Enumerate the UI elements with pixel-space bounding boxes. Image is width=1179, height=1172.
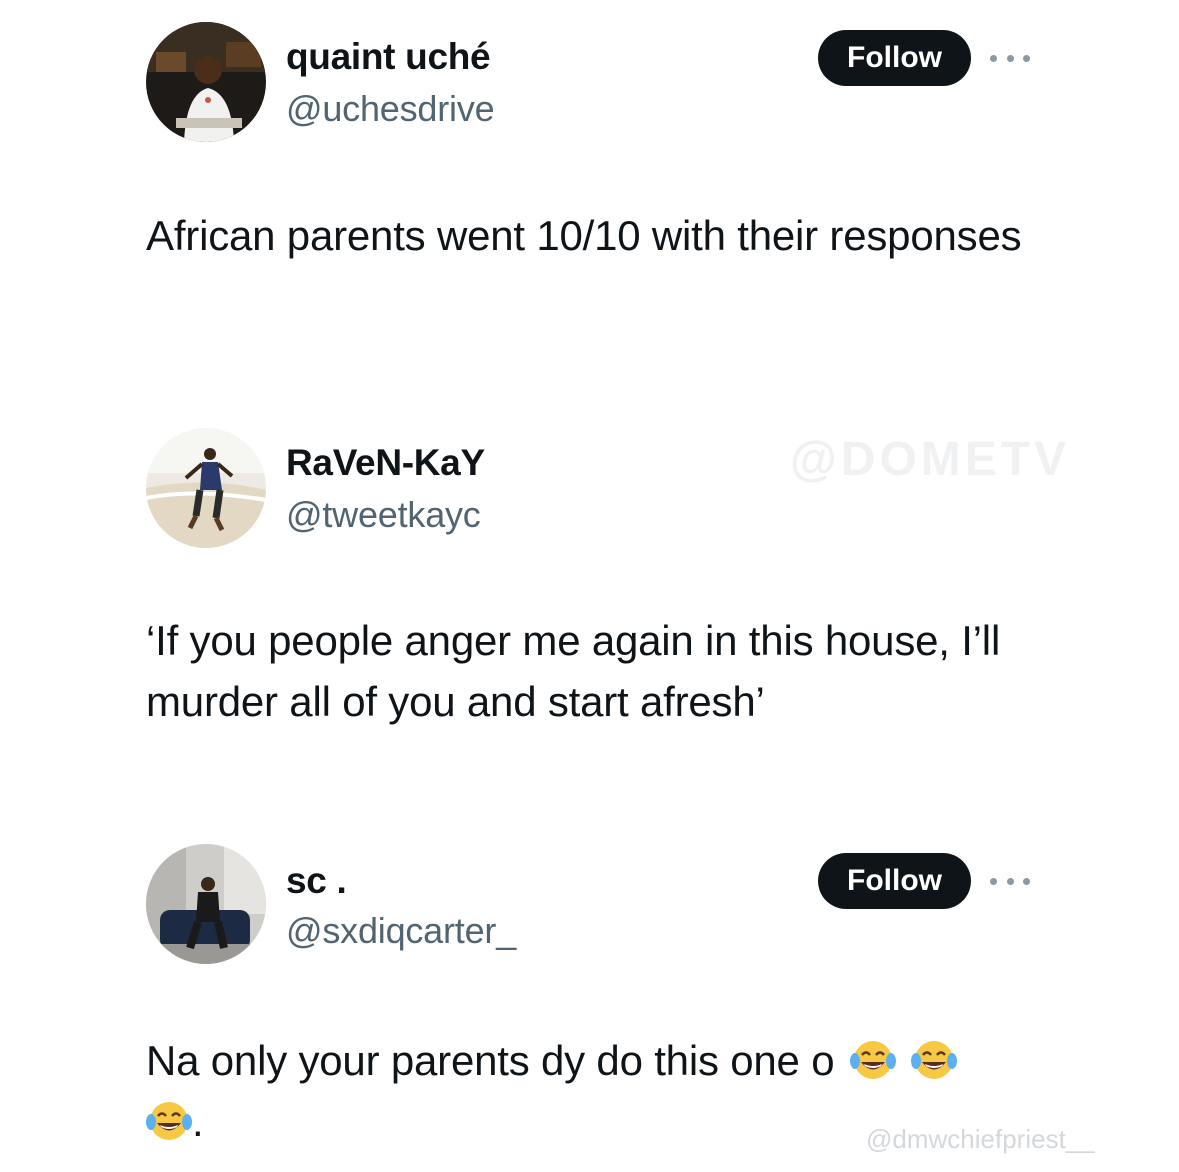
avatar-photo: [146, 844, 266, 964]
tweet-text-suffix: .: [192, 1098, 204, 1145]
laughing-crying-emoji: [911, 1041, 958, 1079]
avatar[interactable]: [146, 844, 266, 964]
laughing-crying-emoji: [146, 1102, 192, 1140]
avatar[interactable]: [146, 22, 266, 142]
follow-button[interactable]: Follow: [818, 30, 971, 86]
display-name[interactable]: RaVeN-KaY: [286, 442, 485, 484]
tweet-text: Na only your parents dy do this one o .: [146, 1030, 1046, 1152]
tweet-text-content: Na only your parents dy do this one o: [146, 1037, 835, 1084]
tweet-text: African parents went 10/10 with their re…: [146, 212, 1022, 259]
more-icon[interactable]: [990, 48, 1030, 68]
avatar[interactable]: [146, 428, 266, 548]
avatar-photo: [146, 428, 266, 548]
more-icon[interactable]: [990, 871, 1030, 891]
follow-button[interactable]: Follow: [818, 853, 971, 909]
display-name[interactable]: quaint uché: [286, 36, 491, 78]
tweet-screenshot: @DOMETV @dmwchiefpriest__ quaint uché @u…: [0, 0, 1179, 1172]
watermark-dometv: @DOMETV: [790, 433, 1071, 486]
tweet-text: ‘If you people anger me again in this ho…: [146, 617, 1001, 725]
laughing-crying-emoji: [849, 1041, 896, 1079]
user-handle[interactable]: @uchesdrive: [286, 88, 495, 130]
user-handle[interactable]: @tweetkayc: [286, 494, 481, 536]
display-name[interactable]: sc .: [286, 860, 347, 902]
avatar-photo: [146, 22, 266, 142]
user-handle[interactable]: @sxdiqcarter_: [286, 910, 516, 952]
